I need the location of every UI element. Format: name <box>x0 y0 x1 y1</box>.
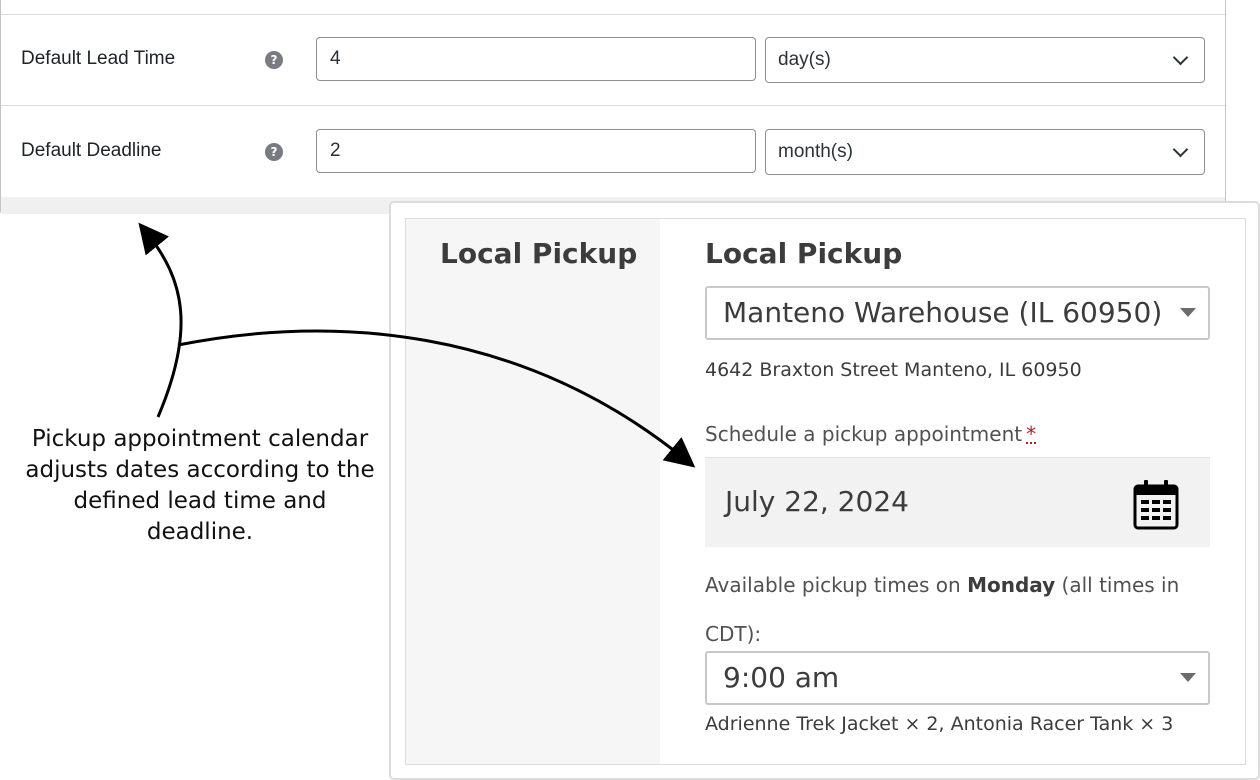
schedule-appointment-label: Schedule a pickup appointment * <box>705 422 1036 446</box>
required-indicator: * <box>1026 422 1037 446</box>
lead-time-label: Default Lead Time <box>21 48 176 69</box>
chevron-down-icon <box>1172 49 1189 66</box>
schedule-label-text: Schedule a pickup appointment <box>705 422 1023 446</box>
calendar-icon[interactable] <box>1132 479 1180 531</box>
shipping-field-column: Local Pickup Manteno Warehouse (IL 60950… <box>705 219 1210 764</box>
arrow-to-settings <box>138 222 183 418</box>
deadline-input[interactable]: 2 <box>316 129 756 173</box>
available-times-text: Available pickup times on Monday (all ti… <box>705 561 1185 659</box>
deadline-unit-select[interactable]: month(s) <box>765 129 1205 175</box>
setting-row-lead-time: Default Lead Time ? 4 day(s) <box>1 15 1225 106</box>
pickup-time-value: 9:00 am <box>723 661 840 694</box>
lead-time-unit-value: day(s) <box>778 49 831 70</box>
available-prefix: Available pickup times on <box>705 573 968 597</box>
pickup-location-value: Manteno Warehouse (IL 60950) <box>723 296 1163 329</box>
pickup-location-select[interactable]: Manteno Warehouse (IL 60950) <box>705 286 1210 340</box>
pickup-items-summary: Adrienne Trek Jacket × 2, Antonia Racer … <box>705 713 1174 735</box>
caret-down-icon <box>1180 673 1196 682</box>
settings-panel: Default Lead Time ? 4 day(s) Default Dea… <box>0 0 1226 214</box>
lead-time-unit-select[interactable]: day(s) <box>765 37 1205 83</box>
available-day: Monday <box>967 573 1056 597</box>
lead-time-input[interactable]: 4 <box>316 37 756 81</box>
caret-down-icon <box>1180 308 1196 317</box>
local-pickup-title: Local Pickup <box>705 237 903 270</box>
deadline-label: Default Deadline <box>21 140 162 161</box>
setting-row-deadline: Default Deadline ? 2 month(s) <box>1 107 1225 198</box>
checkout-preview-panel: Local Pickup Local Pickup Manteno Wareho… <box>389 201 1260 780</box>
question-circle-icon[interactable]: ? <box>265 143 283 161</box>
pickup-date-field[interactable]: July 22, 2024 <box>705 457 1210 547</box>
deadline-unit-value: month(s) <box>778 141 853 162</box>
pickup-date-value: July 22, 2024 <box>725 485 909 518</box>
shipping-label-column: Local Pickup <box>406 219 660 764</box>
annotation-caption: Pickup appointment calendar adjusts date… <box>25 426 375 545</box>
pickup-time-select[interactable]: 9:00 am <box>705 651 1210 705</box>
checkout-shipping-table: Local Pickup Local Pickup Manteno Wareho… <box>405 218 1246 765</box>
chevron-down-icon <box>1172 141 1189 158</box>
question-circle-icon[interactable]: ? <box>265 51 283 69</box>
pickup-address: 4642 Braxton Street Manteno, IL 60950 <box>705 359 1082 381</box>
shipping-method-label: Local Pickup <box>440 237 638 270</box>
